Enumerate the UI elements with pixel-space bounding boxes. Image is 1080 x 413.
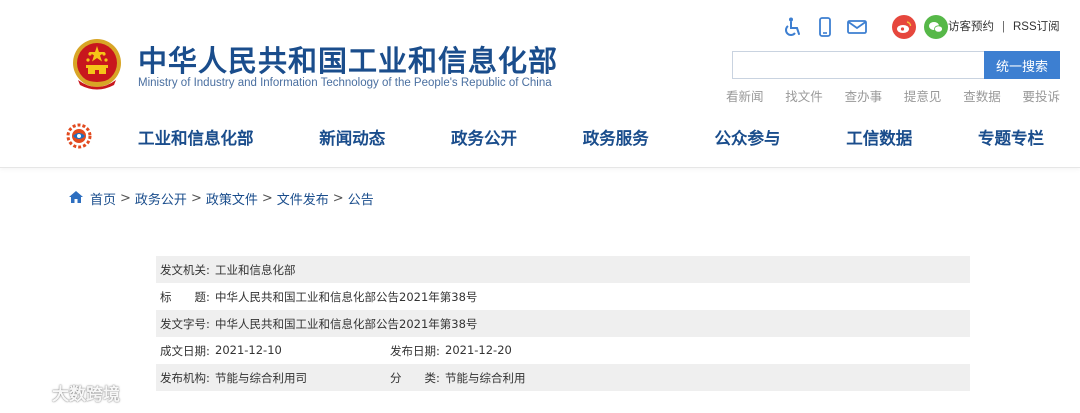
quick-link-complaint[interactable]: 要投诉 bbox=[1022, 86, 1060, 105]
category-value: 节能与综合利用 bbox=[445, 370, 526, 385]
quick-link-feedback[interactable]: 提意见 bbox=[904, 86, 942, 105]
org-value: 节能与综合利用司 bbox=[215, 370, 307, 385]
visitor-appointment-link[interactable]: 访客预约 bbox=[948, 21, 994, 33]
doc-no-label: 发文字号: bbox=[160, 316, 210, 331]
publish-date-label: 发布日期: bbox=[390, 343, 440, 358]
category-label: 分 类: bbox=[390, 370, 440, 385]
home-icon[interactable] bbox=[68, 190, 84, 208]
mail-icon[interactable] bbox=[844, 14, 870, 40]
top-icon-bar bbox=[780, 14, 956, 40]
nav-item-data[interactable]: 工信数据 bbox=[846, 125, 912, 149]
doc-no-value: 中华人民共和国工业和信息化部公告2021年第38号 bbox=[215, 316, 478, 331]
written-date-cell: 成文日期: 2021-12-10 bbox=[160, 343, 390, 359]
nav-item-news[interactable]: 新闻动态 bbox=[319, 125, 385, 149]
breadcrumb-separator: > bbox=[120, 191, 131, 206]
ministry-logo-icon[interactable] bbox=[66, 123, 92, 149]
info-row-org: 发布机构: 节能与综合利用司 分 类: 节能与综合利用 bbox=[156, 364, 970, 391]
document-info-table: 发文机关: 工业和信息化部 标 题: 中华人民共和国工业和信息化部公告2021年… bbox=[156, 256, 970, 391]
quick-link-files[interactable]: 找文件 bbox=[785, 86, 823, 105]
watermark-logo-icon bbox=[10, 378, 46, 407]
info-row-title: 标 题: 中华人民共和国工业和信息化部公告2021年第38号 bbox=[156, 283, 970, 310]
weibo-icon[interactable] bbox=[892, 15, 916, 39]
site-subtitle: Ministry of Industry and Information Tec… bbox=[138, 77, 552, 89]
publish-date-cell: 发布日期: 2021-12-20 bbox=[390, 343, 620, 359]
quick-link-news[interactable]: 看新闻 bbox=[726, 86, 764, 105]
quick-link-services[interactable]: 查办事 bbox=[845, 86, 883, 105]
top-links-separator: | bbox=[1002, 21, 1005, 33]
breadcrumb-policy-files[interactable]: 政策文件 bbox=[206, 189, 258, 208]
breadcrumb: 首页 > 政务公开 > 政策文件 > 文件发布 > 公告 bbox=[68, 189, 374, 208]
breadcrumb-home[interactable]: 首页 bbox=[90, 189, 116, 208]
main-nav: 工业和信息化部 新闻动态 政务公开 政务服务 公众参与 工信数据 专题专栏 bbox=[138, 125, 1044, 149]
accessibility-icon[interactable] bbox=[780, 14, 806, 40]
wechat-icon[interactable] bbox=[924, 15, 948, 39]
breadcrumb-separator: > bbox=[190, 191, 202, 206]
nav-item-topics[interactable]: 专题专栏 bbox=[978, 125, 1044, 149]
search-input[interactable] bbox=[732, 51, 986, 79]
org-cell: 发布机构: 节能与综合利用司 bbox=[160, 370, 390, 386]
org-label: 发布机构: bbox=[160, 370, 210, 385]
nav-item-ministry[interactable]: 工业和信息化部 bbox=[138, 125, 254, 149]
top-links: 访客预约 | RSS订阅 bbox=[948, 18, 1060, 34]
title-value: 中华人民共和国工业和信息化部公告2021年第38号 bbox=[215, 289, 478, 304]
category-cell: 分 类: 节能与综合利用 bbox=[390, 370, 620, 386]
issuer-label: 发文机关: bbox=[160, 262, 210, 277]
written-date-label: 成文日期: bbox=[160, 343, 210, 358]
nav-item-gov-affairs[interactable]: 政务公开 bbox=[451, 125, 517, 149]
quick-link-data[interactable]: 查数据 bbox=[963, 86, 1001, 105]
nav-item-participation[interactable]: 公众参与 bbox=[715, 125, 781, 149]
title-label: 标 题: bbox=[160, 289, 210, 304]
breadcrumb-gov-affairs[interactable]: 政务公开 bbox=[135, 189, 187, 208]
info-row-issuer: 发文机关: 工业和信息化部 bbox=[156, 256, 970, 283]
breadcrumb-announcement[interactable]: 公告 bbox=[348, 189, 374, 208]
info-row-dates: 成文日期: 2021-12-10 发布日期: 2021-12-20 bbox=[156, 337, 970, 364]
breadcrumb-separator: > bbox=[261, 191, 273, 206]
search-button[interactable]: 统一搜索 bbox=[984, 51, 1060, 79]
breadcrumb-separator: > bbox=[332, 191, 344, 206]
publish-date-value: 2021-12-20 bbox=[445, 342, 512, 357]
mobile-icon[interactable] bbox=[812, 14, 838, 40]
nav-item-gov-services[interactable]: 政务服务 bbox=[583, 125, 649, 149]
rss-link[interactable]: RSS订阅 bbox=[1013, 21, 1060, 33]
quick-links: 看新闻 找文件 查办事 提意见 查数据 要投诉 bbox=[726, 86, 1060, 105]
written-date-value: 2021-12-10 bbox=[215, 342, 282, 357]
site-header: 中华人民共和国工业和信息化部 Ministry of Industry and … bbox=[0, 0, 1080, 168]
watermark-text: 大数跨境 bbox=[52, 385, 120, 405]
national-emblem-icon bbox=[68, 36, 126, 94]
site-title[interactable]: 中华人民共和国工业和信息化部 bbox=[138, 38, 558, 80]
breadcrumb-file-release[interactable]: 文件发布 bbox=[277, 189, 329, 208]
issuer-value: 工业和信息化部 bbox=[215, 262, 296, 277]
watermark: 大数跨境 bbox=[10, 378, 120, 407]
info-row-doc-no: 发文字号: 中华人民共和国工业和信息化部公告2021年第38号 bbox=[156, 310, 970, 337]
page: 中华人民共和国工业和信息化部 Ministry of Industry and … bbox=[0, 0, 1080, 413]
